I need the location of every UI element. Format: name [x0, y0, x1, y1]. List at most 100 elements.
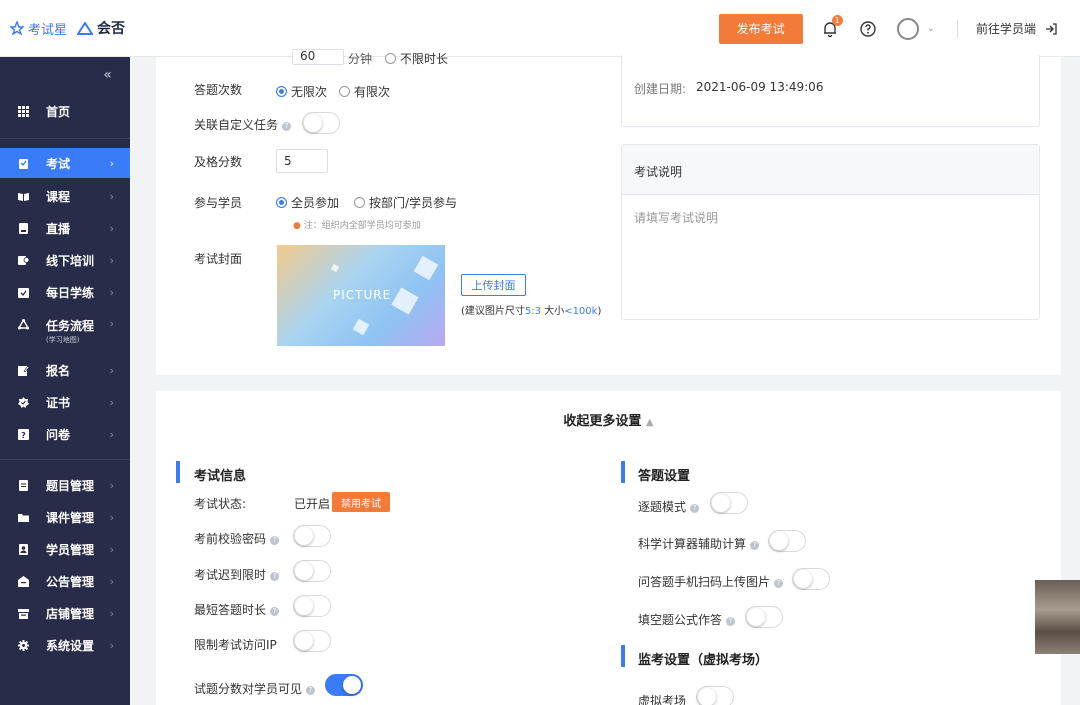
- sidebar-item-home[interactable]: 首页: [0, 96, 130, 126]
- created-date-value: 2021-06-09 13:49:06: [696, 80, 824, 94]
- virtual-room-toggle[interactable]: [696, 686, 734, 705]
- sidebar: « 首页 考试 › 课程 › 直播 › 线下培训 › 每日学练 › 任务流程 (…: [0, 57, 130, 705]
- attempts-unlimited-radio[interactable]: 无限次: [276, 83, 327, 100]
- shop-icon: [18, 608, 29, 619]
- chevron-right-icon: ›: [109, 510, 114, 524]
- help-icon[interactable]: ?: [690, 504, 700, 513]
- sidebar-item-courseware-mgmt[interactable]: 课件管理 ›: [0, 502, 130, 532]
- sidebar-item-system-settings[interactable]: 系统设置 ›: [0, 630, 130, 660]
- mobile-upload-text: 问答题手机扫码上传图片: [638, 575, 771, 589]
- late-limit-toggle[interactable]: [293, 560, 331, 582]
- score-visible-label: 试题分数对学员可见?: [194, 680, 316, 697]
- radio-icon: [354, 197, 365, 208]
- pass-score-input[interactable]: 5: [276, 149, 328, 173]
- sidebar-item-certificate[interactable]: 证书 ›: [0, 387, 130, 417]
- answer-settings-title: 答题设置: [638, 469, 691, 484]
- chevron-right-icon: ›: [109, 542, 114, 556]
- logo-exam-text: 考试星: [28, 22, 68, 38]
- duration-input[interactable]: 60: [292, 49, 344, 65]
- publish-exam-button[interactable]: 发布考试: [718, 13, 803, 44]
- chevron-right-icon: ›: [109, 427, 114, 441]
- sidebar-item-question-mgmt[interactable]: 题目管理 ›: [0, 470, 130, 500]
- participants-all-label: 全员参加: [291, 196, 340, 210]
- help-icon[interactable]: ?: [774, 579, 784, 588]
- custom-task-toggle[interactable]: [302, 112, 340, 134]
- decor-cube: [391, 287, 419, 315]
- formula-answer-toggle[interactable]: [745, 606, 783, 628]
- sidebar-item-student-mgmt[interactable]: 学员管理 ›: [0, 534, 130, 564]
- help-icon[interactable]: ?: [750, 541, 760, 550]
- question-icon: [19, 479, 28, 491]
- sidebar-item-notice-mgmt[interactable]: 公告管理 ›: [0, 566, 130, 596]
- sidebar-item-label: 任务流程: [46, 319, 95, 333]
- help-icon[interactable]: ?: [306, 686, 316, 695]
- top-header: 考试星 会否 发布考试 1 ⌄ 前往学员端: [0, 0, 1080, 57]
- description-placeholder: 请填写考试说明: [634, 211, 719, 225]
- chevron-down-icon[interactable]: ⌄: [927, 23, 935, 34]
- sidebar-item-exam[interactable]: 考试 ›: [0, 148, 130, 178]
- participants-dept-radio[interactable]: 按部门/学员参与: [354, 194, 457, 211]
- help-icon[interactable]: ?: [282, 122, 292, 131]
- certificate-icon: [18, 396, 29, 408]
- exam-description-panel[interactable]: 考试说明 请填写考试说明: [621, 144, 1040, 320]
- participants-all-radio[interactable]: 全员参加: [276, 194, 339, 211]
- sidebar-item-label: 公告管理: [46, 574, 95, 589]
- exam-status-label: 考试状态:: [194, 497, 247, 511]
- calculator-toggle[interactable]: [768, 530, 806, 552]
- brand-triangle-icon: [77, 21, 94, 35]
- sidebar-item-offline-training[interactable]: 线下培训 ›: [0, 245, 130, 275]
- student-portal-link[interactable]: 前往学员端: [976, 20, 1058, 37]
- hint-ratio: 5:3: [524, 306, 541, 317]
- no-limit-duration-radio[interactable]: 不限时长: [385, 50, 448, 67]
- sidebar-item-signup[interactable]: 报名 ›: [0, 355, 130, 385]
- more-settings-card: 收起更多设置 ▲ 考试信息 考试状态: 已开启 禁用考试 考前校验密码? 考试迟…: [156, 391, 1061, 705]
- help-icon[interactable]: ?: [270, 572, 280, 581]
- help-icon[interactable]: ?: [726, 617, 736, 626]
- one-by-one-toggle[interactable]: [710, 492, 748, 514]
- user-avatar[interactable]: [896, 17, 919, 40]
- mobile-upload-toggle[interactable]: [792, 568, 830, 590]
- collapse-more-settings[interactable]: 收起更多设置 ▲: [156, 410, 1061, 429]
- notification-bell[interactable]: 1: [819, 14, 843, 40]
- sidebar-item-label: 线下培训: [46, 253, 95, 268]
- sidebar-divider: [0, 138, 130, 139]
- sidebar-item-live[interactable]: 直播 ›: [0, 213, 130, 243]
- logo[interactable]: 考试星 会否: [10, 18, 125, 38]
- sidebar-item-shop-mgmt[interactable]: 店铺管理 ›: [0, 598, 130, 628]
- survey-icon: ?: [18, 428, 29, 440]
- sidebar-item-task-flow[interactable]: 任务流程 (学习地图) ›: [0, 309, 130, 347]
- help-icon[interactable]: ?: [270, 536, 280, 545]
- sidebar-item-course[interactable]: 课程 ›: [0, 181, 130, 211]
- hint-prefix: (建议图片尺寸: [461, 306, 525, 317]
- sidebar-item-label: 课程: [46, 189, 71, 204]
- score-visible-toggle[interactable]: [325, 674, 363, 696]
- sidebar-item-label: 报名: [46, 363, 71, 378]
- late-limit-text: 考试迟到限时: [194, 568, 267, 582]
- chevron-right-icon: ›: [109, 395, 114, 409]
- collapse-more-label: 收起更多设置: [563, 414, 642, 429]
- header-actions: 发布考试 1 ⌄ 前往学员端: [718, 0, 1080, 57]
- attempts-limited-radio[interactable]: 有限次: [339, 83, 390, 100]
- sidebar-item-label: 问卷: [46, 427, 71, 442]
- sidebar-item-survey[interactable]: ? 问卷 ›: [0, 419, 130, 449]
- mobile-upload-label: 问答题手机扫码上传图片?: [638, 573, 784, 590]
- min-answer-time-toggle[interactable]: [293, 595, 331, 617]
- floating-video-thumbnail[interactable]: [1035, 580, 1080, 654]
- radio-checked-icon: [276, 86, 287, 97]
- disable-exam-button[interactable]: 禁用考试: [332, 492, 390, 512]
- pre-exam-password-toggle[interactable]: [293, 525, 331, 547]
- exam-status-value: 已开启: [294, 497, 331, 511]
- chevron-right-icon: ›: [109, 638, 114, 652]
- participants-note: ● 注：组织内全部学员均可参加: [293, 221, 421, 231]
- upload-cover-button[interactable]: 上传封面: [461, 274, 526, 296]
- restrict-ip-toggle[interactable]: [293, 630, 331, 652]
- pass-score-label: 及格分数: [194, 155, 243, 169]
- sidebar-item-daily-practice[interactable]: 每日学练 ›: [0, 277, 130, 307]
- custom-task-text: 关联自定义任务: [194, 118, 279, 132]
- help-button[interactable]: [857, 18, 879, 40]
- sidebar-item-label: 课件管理: [46, 510, 95, 525]
- no-limit-duration-label: 不限时长: [400, 52, 449, 66]
- notice-icon: [18, 575, 29, 587]
- help-icon[interactable]: ?: [270, 607, 280, 616]
- collapse-sidebar-icon[interactable]: «: [103, 67, 112, 83]
